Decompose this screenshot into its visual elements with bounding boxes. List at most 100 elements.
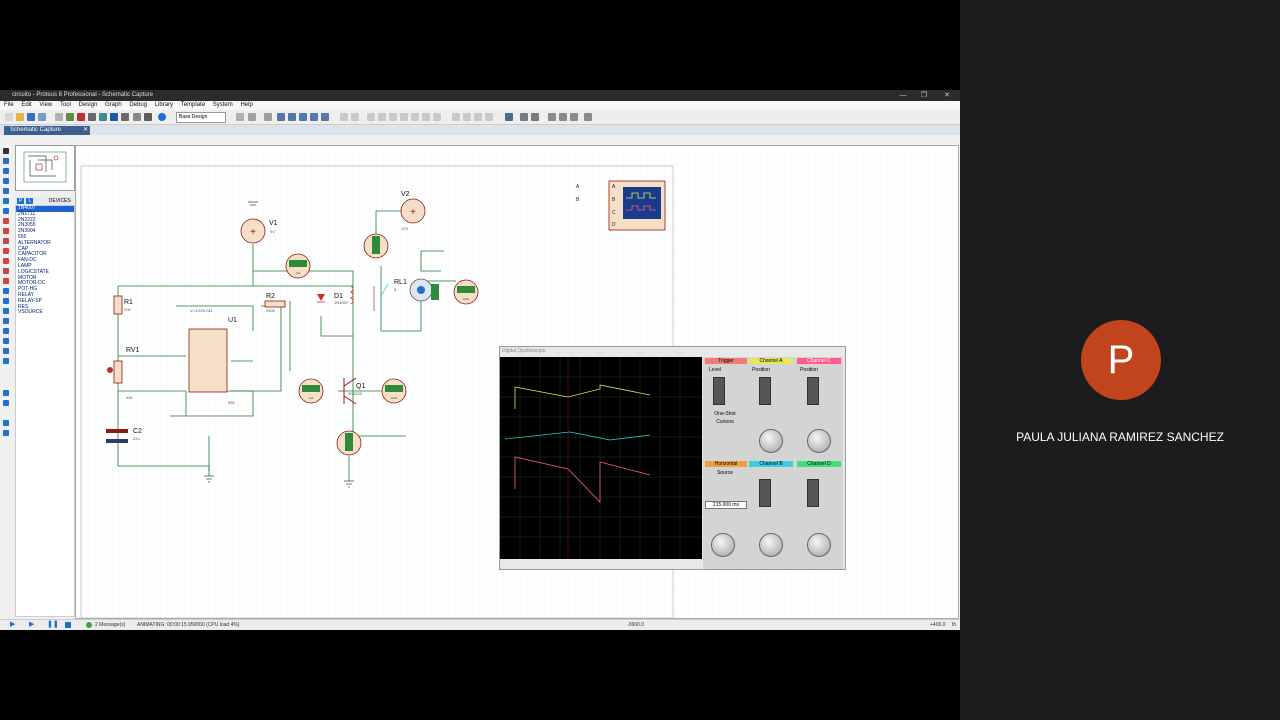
code-icon[interactable] xyxy=(121,113,129,121)
restore-button[interactable]: ❐ xyxy=(914,90,934,101)
library-manager-button[interactable]: L xyxy=(26,198,34,204)
rv1-symbol[interactable] xyxy=(113,360,123,384)
rotate-cw-icon[interactable] xyxy=(3,390,9,396)
block-rotate-icon[interactable] xyxy=(422,113,430,121)
device-list[interactable]: 1N4007 2N1711 2N2222 2N3055 2N3904 555 A… xyxy=(15,205,75,617)
save-icon[interactable] xyxy=(27,113,35,121)
overview-window[interactable] xyxy=(15,145,75,191)
gerber-icon[interactable] xyxy=(88,113,96,121)
meter-2[interactable] xyxy=(363,233,389,259)
zoom-out-icon[interactable] xyxy=(299,113,307,121)
marker-icon[interactable] xyxy=(3,358,9,364)
make-device-icon[interactable] xyxy=(463,113,471,121)
import-icon[interactable] xyxy=(38,113,46,121)
r2-symbol[interactable] xyxy=(264,300,286,308)
channel-c-position-slider[interactable] xyxy=(807,377,819,405)
pause-icon[interactable]: ❚❚ xyxy=(47,621,59,628)
zoom-area-icon[interactable] xyxy=(321,113,329,121)
trigger-level-slider[interactable] xyxy=(713,377,725,405)
step-icon[interactable]: ▶ xyxy=(29,621,35,628)
sheet-remove-icon[interactable] xyxy=(559,113,567,121)
pin-icon[interactable] xyxy=(3,228,9,234)
channel-a-volts-knob[interactable] xyxy=(759,429,783,453)
path-icon[interactable] xyxy=(3,328,9,334)
menu-tool[interactable]: Tool xyxy=(60,101,71,110)
instrument-icon[interactable] xyxy=(3,278,9,284)
zoom-all-icon[interactable] xyxy=(310,113,318,121)
text-icon[interactable] xyxy=(3,338,9,344)
menu-system[interactable]: System xyxy=(213,101,233,110)
r1-symbol[interactable] xyxy=(113,295,123,315)
rotate-ccw-icon[interactable] xyxy=(3,400,9,406)
selection-icon[interactable] xyxy=(3,148,9,154)
u1-555-timer[interactable] xyxy=(188,328,228,393)
report-icon[interactable] xyxy=(144,113,152,121)
schematic-canvas[interactable]: + V1 9V + V2 12V R1 20k R2 2500 RV1 50k xyxy=(75,145,959,619)
channel-c-volts-knob[interactable] xyxy=(807,429,831,453)
pick-devices-button[interactable]: P xyxy=(17,198,24,204)
help-icon[interactable] xyxy=(158,113,166,121)
line-icon[interactable] xyxy=(3,288,9,294)
menu-edit[interactable]: Edit xyxy=(21,101,31,110)
erc-icon[interactable] xyxy=(584,113,592,121)
mirror-y-icon[interactable] xyxy=(3,430,9,436)
menu-debug[interactable]: Debug xyxy=(129,101,147,110)
menu-help[interactable]: Help xyxy=(240,101,252,110)
script-icon[interactable] xyxy=(133,113,141,121)
redo-icon[interactable] xyxy=(351,113,359,121)
bom-icon[interactable] xyxy=(110,113,118,121)
generator-icon[interactable] xyxy=(3,258,9,264)
tab-schematic-capture[interactable]: Schematic Capture ✕ xyxy=(4,126,90,135)
search-icon[interactable] xyxy=(520,113,528,121)
tab-close-icon[interactable]: ✕ xyxy=(83,126,88,135)
design-select[interactable]: Base Design xyxy=(176,112,226,123)
minimize-button[interactable]: — xyxy=(893,90,913,101)
package-icon[interactable] xyxy=(474,113,482,121)
paste-icon[interactable] xyxy=(389,113,397,121)
block-delete-icon[interactable] xyxy=(433,113,441,121)
zoom-in-icon[interactable] xyxy=(288,113,296,121)
new-icon[interactable] xyxy=(5,113,13,121)
meter-7[interactable] xyxy=(336,430,362,456)
sheet-new-icon[interactable] xyxy=(548,113,556,121)
close-button[interactable]: ✕ xyxy=(937,90,957,101)
bus-icon[interactable] xyxy=(3,198,9,204)
origin-icon[interactable] xyxy=(264,113,272,121)
one-shot-label[interactable]: One-Shot xyxy=(705,411,745,417)
grid-icon[interactable] xyxy=(248,113,256,121)
meter-5[interactable]: mA xyxy=(298,378,324,404)
rv1-wiper-icon[interactable] xyxy=(107,367,113,373)
pan-icon[interactable] xyxy=(277,113,285,121)
channel-d-volts-knob[interactable] xyxy=(807,533,831,557)
meter-1[interactable]: mA xyxy=(285,253,311,279)
channel-b-volts-knob[interactable] xyxy=(759,533,783,557)
channel-b-position-slider[interactable] xyxy=(759,479,771,507)
home-icon[interactable] xyxy=(55,113,63,121)
menu-design[interactable]: Design xyxy=(79,101,98,110)
messages-icon[interactable] xyxy=(86,622,92,628)
c2-plate-bottom[interactable] xyxy=(106,439,128,443)
arc-icon[interactable] xyxy=(3,318,9,324)
text-script-icon[interactable] xyxy=(3,188,9,194)
3d-icon[interactable] xyxy=(99,113,107,121)
wire-label-icon[interactable] xyxy=(3,178,9,184)
netlist-icon[interactable] xyxy=(570,113,578,121)
schematic-icon[interactable] xyxy=(66,113,74,121)
stop-icon[interactable] xyxy=(65,622,71,628)
cursors-label[interactable]: Cursors xyxy=(705,419,745,425)
block-move-icon[interactable] xyxy=(411,113,419,121)
messages-count[interactable]: 2 Message(s) xyxy=(95,620,125,630)
symbol-icon[interactable] xyxy=(3,348,9,354)
mirror-x-icon[interactable] xyxy=(3,420,9,426)
copy-icon[interactable] xyxy=(378,113,386,121)
menu-view[interactable]: View xyxy=(39,101,52,110)
refresh-icon[interactable] xyxy=(236,113,244,121)
timebase-knob[interactable] xyxy=(711,533,735,557)
property-tool-icon[interactable] xyxy=(531,113,539,121)
decompose-icon[interactable] xyxy=(485,113,493,121)
meter-4[interactable] xyxy=(431,284,439,300)
junction-icon[interactable] xyxy=(3,168,9,174)
device-item[interactable]: VSOURCE xyxy=(16,310,74,316)
c2-plate-top[interactable] xyxy=(106,429,128,433)
circle-icon[interactable] xyxy=(3,308,9,314)
